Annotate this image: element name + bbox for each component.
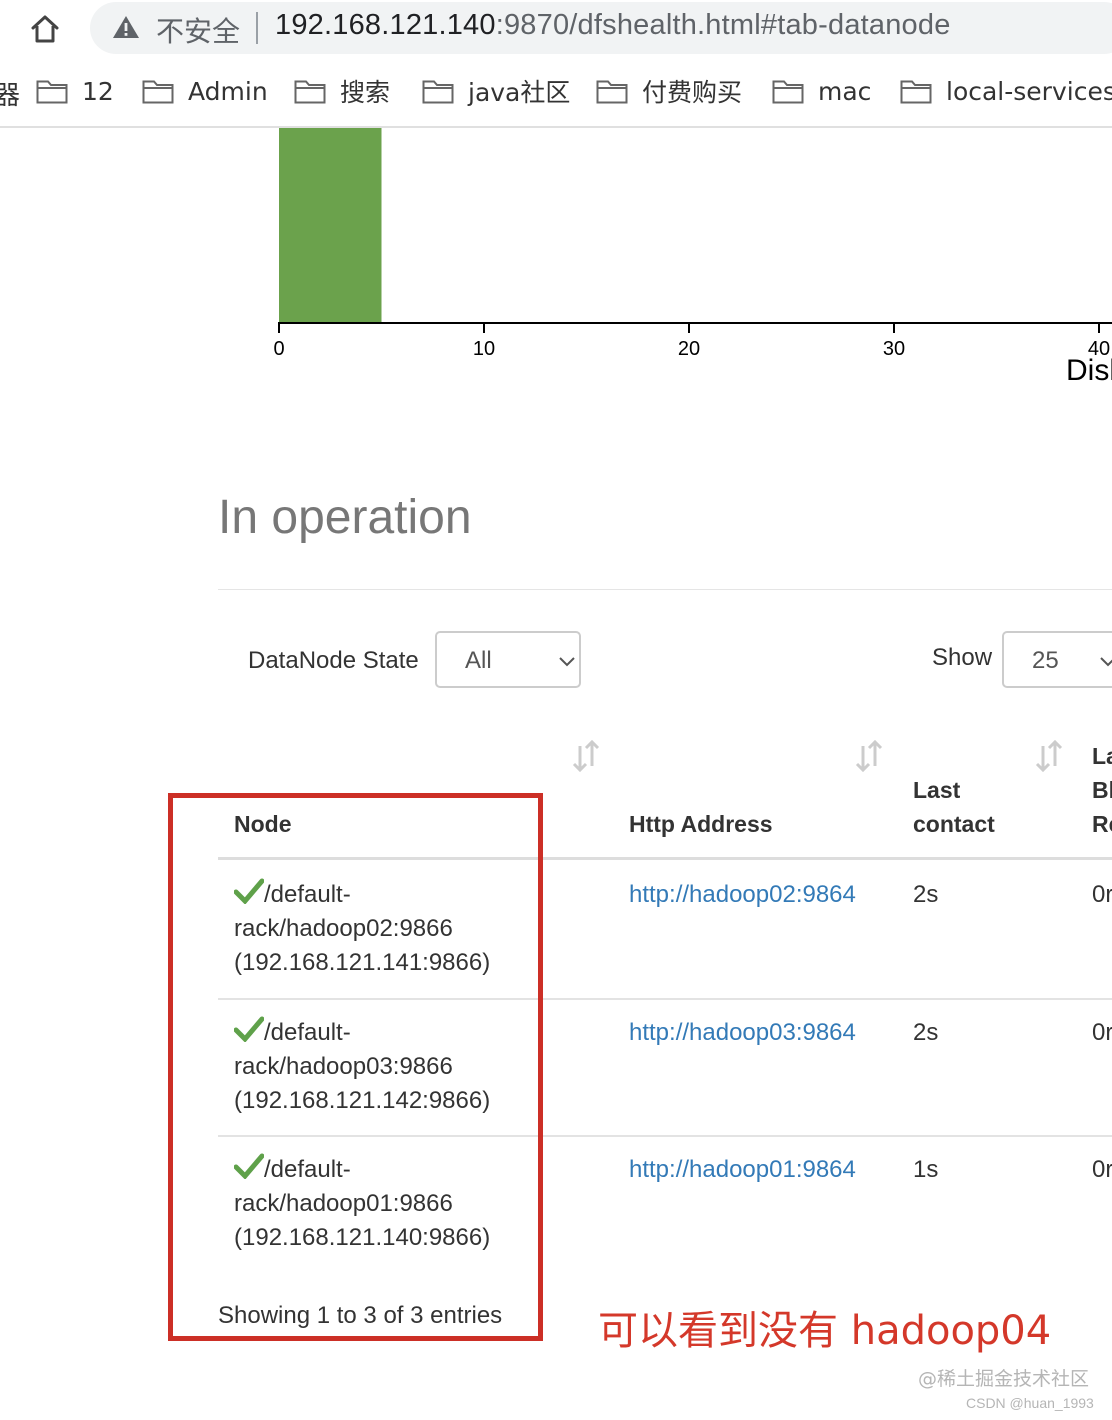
histogram-bar [279,128,382,322]
folder-icon [772,80,804,104]
x-tick-label: 10 [473,338,495,360]
folder-icon [422,80,454,104]
last-block-report-value: 0r [1092,881,1112,908]
bookmark-label: mac [818,76,872,106]
folder-icon [596,80,628,104]
title-divider [218,589,1112,590]
bookmark-label: java社区 [468,78,571,107]
last-contact-value: 2s [913,1019,939,1046]
header-line: Last [913,777,961,803]
folder-icon [36,80,68,104]
bookmark-folder-paid[interactable]: 付费购买 [596,60,742,122]
folder-icon [900,80,932,104]
annotation-text: 可以看到没有 hadoop04 [598,1308,1052,1354]
x-tick-label: 0 [273,338,284,360]
last-contact-value: 1s [913,1156,939,1183]
http-address-link[interactable]: http://hadoop01:9864 [629,1156,856,1184]
warning-icon[interactable] [112,14,140,40]
column-header-http-address[interactable]: Http Address [629,807,773,841]
x-axis-ticks: 0 10 20 30 40 [273,323,1110,360]
section-title: In operation [218,491,472,544]
home-icon[interactable] [28,12,62,46]
show-entries-value: 25 [1032,647,1059,674]
bookmark-label: Admin [188,76,268,106]
datanode-state-select[interactable]: All [435,631,581,688]
show-entries-select[interactable]: 25 [1002,631,1112,688]
http-address-link[interactable]: http://hadoop02:9864 [629,881,856,909]
sort-http-icon[interactable] [854,740,884,772]
sort-contact-icon[interactable] [1034,740,1064,772]
browser-toolbar: 不安全 192.168.121.140:9870/dfshealth.html#… [0,0,1112,58]
bookmark-label: 付费购买 [642,78,743,107]
bookmark-folder-12[interactable]: 12 [36,60,114,122]
bookmark-folder-local-services[interactable]: local-services [900,60,1112,122]
bookmarks-bar: 器 12 Admin 搜索 java社区 付费购买 mac local-serv… [0,60,1112,128]
bookmark-label: 搜索 [340,78,391,107]
url-host: 192.168.121.140 [275,9,496,41]
last-block-report-value: 0r [1092,1156,1112,1183]
x-tick-label: 30 [883,338,905,360]
chevron-down-icon [1100,657,1112,667]
x-tick-label: 20 [678,338,700,360]
url-text[interactable]: 192.168.121.140:9870/dfshealth.html#tab-… [275,9,951,42]
header-line: Re [1092,811,1112,837]
header-line: Bl [1092,777,1112,803]
header-line: La [1092,743,1112,769]
bookmark-edge-fragment[interactable]: 器 [0,75,20,112]
watermark-juejin: @稀土掘金技术社区 [918,1368,1090,1390]
http-address-link[interactable]: http://hadoop03:9864 [629,1019,856,1047]
datanode-state-label: DataNode State [248,647,419,674]
show-entries-label: Show [932,644,993,671]
url-path: :9870/dfshealth.html#tab-datanode [495,9,951,41]
column-header-last-block-report[interactable]: La Bl Re [1092,739,1112,841]
url-separator [256,12,258,44]
disk-usage-histogram: 010203040 Disk [273,128,1112,387]
sort-node-icon[interactable] [571,740,601,772]
watermark-csdn: CSDN @huan_1993 [966,1395,1094,1411]
header-line: contact [913,811,995,837]
datanode-state-value: All [465,647,492,674]
bookmark-folder-admin[interactable]: Admin [142,60,268,122]
bookmark-folder-java[interactable]: java社区 [422,60,570,122]
bookmark-label: 12 [82,76,114,106]
last-contact-value: 2s [913,881,939,908]
column-header-last-contact[interactable]: Last contact [913,773,995,841]
x-axis-label: Disk [1066,354,1112,387]
annotation-highlight-box [168,793,543,1341]
bookmark-label: local-services [946,76,1112,106]
chevron-down-icon [559,657,575,667]
security-label[interactable]: 不安全 [156,10,240,50]
folder-icon [142,80,174,104]
last-block-report-value: 0r [1092,1019,1112,1046]
bookmark-folder-search[interactable]: 搜索 [294,60,390,122]
folder-icon [294,80,326,104]
bookmark-folder-mac[interactable]: mac [772,60,871,122]
